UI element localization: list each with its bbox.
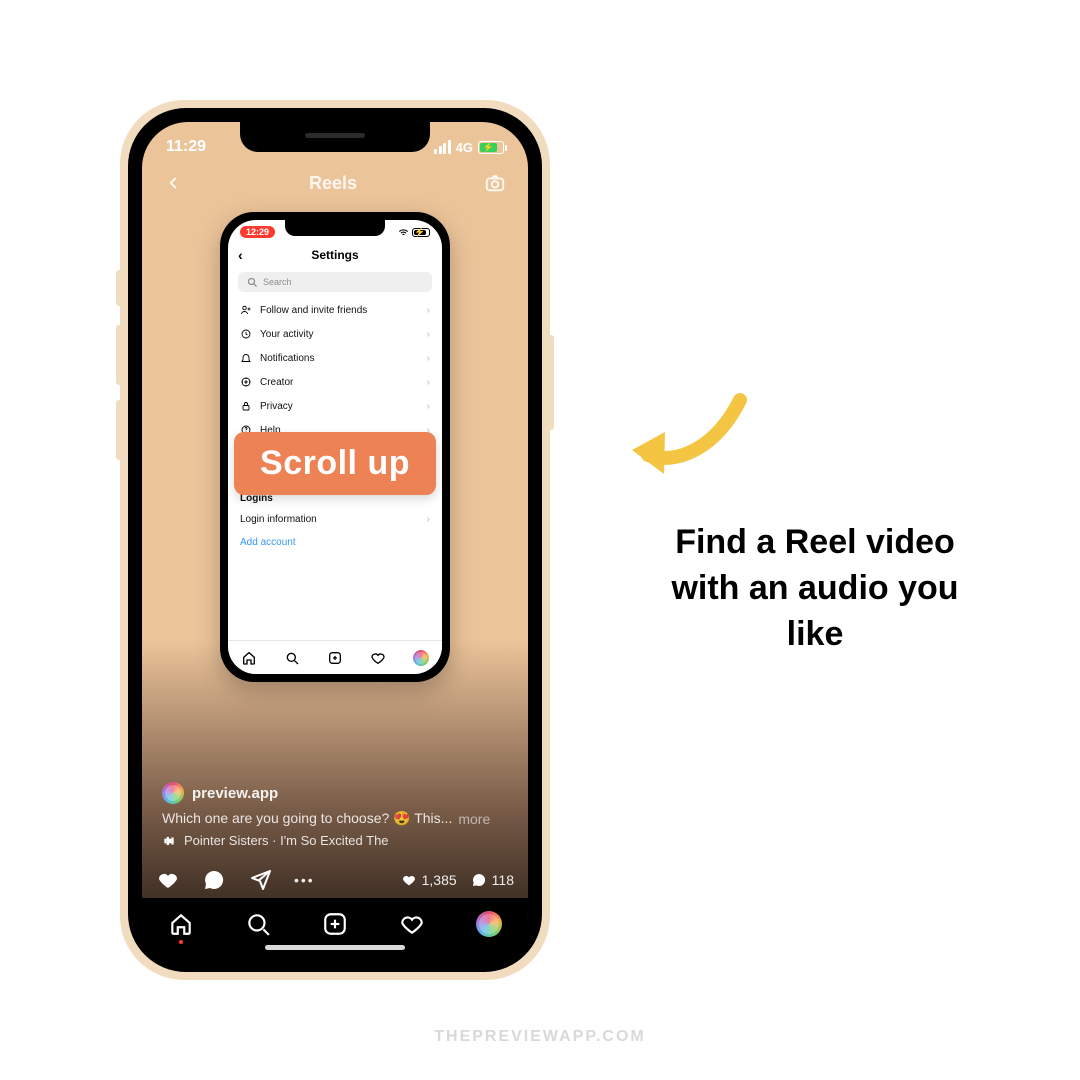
tab-home[interactable] — [167, 910, 195, 938]
more-button[interactable]: ••• — [294, 872, 315, 888]
battery-icon — [412, 228, 430, 237]
reel-meta: preview.app Which one are you going to c… — [162, 782, 508, 848]
side-button — [548, 335, 554, 430]
screen: 11:29 4G Reels — [142, 122, 528, 958]
side-button — [116, 400, 122, 460]
creator-icon — [240, 376, 252, 388]
home-indicator — [265, 945, 405, 950]
link-label: Add account — [240, 537, 296, 548]
tab-create[interactable] — [321, 910, 349, 938]
lock-icon — [240, 400, 252, 412]
caption-text: Which one are you going to choose? 😍 Thi… — [162, 810, 452, 827]
overlay-badge: Scroll up — [234, 432, 436, 495]
phone-frame: 11:29 4G Reels — [120, 100, 550, 980]
inner-tabbar — [228, 640, 442, 674]
notch — [240, 122, 430, 152]
heart-icon[interactable] — [370, 650, 386, 666]
comment-icon — [471, 872, 487, 888]
bell-icon — [240, 352, 252, 364]
inner-notch — [285, 220, 385, 236]
home-icon — [168, 911, 194, 937]
signal-icon — [434, 140, 451, 154]
back-icon[interactable] — [164, 174, 182, 192]
status-time: 11:29 — [166, 138, 206, 156]
arrow-icon — [620, 380, 750, 490]
network-label: 4G — [456, 140, 473, 155]
back-icon[interactable]: ‹ — [238, 247, 243, 263]
inner-title: Settings — [311, 248, 358, 262]
settings-item-creator[interactable]: Creator› — [228, 370, 442, 394]
add-icon[interactable] — [327, 650, 343, 666]
settings-item-activity[interactable]: Your activity› — [228, 322, 442, 346]
reel-caption[interactable]: Which one are you going to choose? 😍 Thi… — [162, 810, 508, 827]
home-icon[interactable] — [241, 650, 257, 666]
settings-item-follow[interactable]: Follow and invite friends› — [228, 298, 442, 322]
settings-item-label: Login information — [240, 514, 317, 525]
search-icon — [246, 276, 258, 288]
reels-header: Reels — [142, 162, 528, 202]
reel-actions: ••• 1,385 118 — [156, 868, 514, 892]
reel-user[interactable]: preview.app — [162, 782, 508, 804]
search-icon — [245, 911, 271, 937]
page-title: Reels — [309, 173, 357, 194]
tab-activity[interactable] — [398, 910, 426, 938]
status-right: 4G — [434, 140, 504, 155]
username: preview.app — [192, 785, 278, 802]
phone-body: 11:29 4G Reels — [128, 108, 542, 972]
battery-icon — [478, 141, 504, 154]
comment-button[interactable] — [202, 868, 226, 892]
settings-add-account[interactable]: Add account — [228, 531, 442, 554]
avatar — [162, 782, 184, 804]
wifi-icon — [398, 228, 409, 237]
settings-item-label: Notifications — [260, 353, 314, 364]
tab-profile[interactable] — [475, 910, 503, 938]
camera-icon[interactable] — [484, 172, 506, 194]
search-placeholder: Search — [263, 277, 292, 287]
notification-dot — [179, 940, 183, 944]
settings-item-login-info[interactable]: Login information› — [228, 508, 442, 531]
more-label: more — [458, 811, 490, 827]
side-button — [116, 270, 122, 306]
heart-icon — [401, 872, 417, 888]
settings-item-privacy[interactable]: Privacy› — [228, 394, 442, 418]
settings-item-label: Your activity — [260, 329, 314, 340]
inner-time: 12:29 — [240, 226, 275, 238]
watermark: THEPREVIEWAPP.COM — [0, 1028, 1080, 1046]
reel-video[interactable]: 12:29 ‹ Settings — [142, 202, 528, 822]
settings-item-label: Privacy — [260, 401, 293, 412]
comment-count[interactable]: 118 — [471, 872, 514, 888]
settings-item-label: Follow and invite friends — [260, 305, 367, 316]
settings-item-label: Creator — [260, 377, 293, 388]
annotation-text: Find a Reel video with an audio you like — [650, 520, 980, 658]
search-icon[interactable] — [284, 650, 300, 666]
like-count[interactable]: 1,385 — [401, 872, 457, 888]
inner-header: ‹ Settings — [228, 242, 442, 268]
audio-text: Pointer Sisters · I'm So Excited The — [184, 833, 389, 848]
settings-item-notifications[interactable]: Notifications› — [228, 346, 442, 370]
count-value: 1,385 — [422, 872, 457, 888]
audio-icon — [162, 834, 176, 848]
heart-icon — [399, 911, 425, 937]
search-input[interactable]: Search — [238, 272, 432, 292]
profile-icon — [476, 911, 502, 937]
settings-list: Follow and invite friends› Your activity… — [228, 296, 442, 556]
tab-search[interactable] — [244, 910, 272, 938]
add-icon — [322, 911, 348, 937]
share-button[interactable] — [248, 868, 272, 892]
profile-icon[interactable] — [413, 650, 429, 666]
side-button — [116, 325, 122, 385]
reel-audio[interactable]: Pointer Sisters · I'm So Excited The — [162, 833, 508, 848]
count-value: 118 — [492, 872, 514, 888]
person-add-icon — [240, 304, 252, 316]
like-button[interactable] — [156, 868, 180, 892]
clock-icon — [240, 328, 252, 340]
